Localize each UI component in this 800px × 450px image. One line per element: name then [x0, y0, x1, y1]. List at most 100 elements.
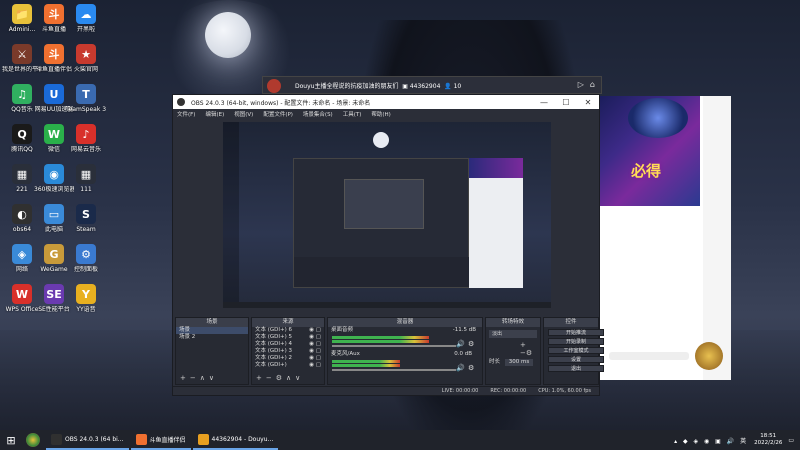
- scene-item[interactable]: 场景: [176, 327, 248, 334]
- desktop-icon[interactable]: ☁ 开黑啦: [66, 4, 106, 33]
- source-toolbar[interactable]: +−⚙∧∨: [256, 374, 304, 382]
- douyu-title: Douyu主播全程说的抗疫加油的朋友们: [295, 83, 399, 90]
- menu-item[interactable]: 文件(F): [177, 110, 195, 118]
- app-icon: ◈: [12, 244, 32, 264]
- app-icon: SE: [44, 284, 64, 304]
- desktop-icon[interactable]: Y YY语音: [66, 284, 106, 313]
- studio-mode-button[interactable]: 工作室模式: [548, 347, 604, 354]
- planet-graphic: [628, 98, 688, 138]
- preview-screen: [223, 122, 551, 308]
- transition-select[interactable]: 淡出: [489, 330, 537, 338]
- source-item[interactable]: 文本 (GDI+) 6 ◉ ▢: [252, 327, 324, 334]
- badge-icon[interactable]: [695, 342, 723, 370]
- tray-icons[interactable]: ▴ ◆ ◈ ◉ ▣ 🔊 英: [674, 436, 748, 445]
- source-item[interactable]: 文本 (GDI+) 5 ◉ ▢: [252, 334, 324, 341]
- home-icon[interactable]: ⌂: [590, 80, 595, 89]
- gear-icon[interactable]: ⚙: [468, 364, 474, 372]
- visibility-icon[interactable]: ◉ ▢: [309, 362, 321, 369]
- desktop-icon[interactable]: T TeamSpeak 3: [66, 84, 106, 113]
- visibility-icon[interactable]: ◉ ▢: [309, 327, 321, 334]
- clock[interactable]: 18:51 2022/2/26: [754, 433, 782, 447]
- obs-window[interactable]: OBS 24.0.3 (64-bit, windows) - 配置文件: 未命名…: [172, 94, 604, 396]
- volume-slider[interactable]: [332, 345, 456, 347]
- banner-text: 必得: [631, 162, 662, 180]
- visibility-icon[interactable]: ◉ ▢: [309, 341, 321, 348]
- start-recording-button[interactable]: 开始录制: [548, 338, 604, 345]
- maximize-button[interactable]: ☐: [555, 95, 577, 109]
- app-icon: G: [44, 244, 64, 264]
- source-item[interactable]: 文本 (GDI+) 2 ◉ ▢: [252, 355, 324, 362]
- transitions-title: 转场特效: [486, 318, 540, 327]
- desktop-icon[interactable]: ★ 火柴官网: [66, 44, 106, 73]
- nested-desktop-icons: [223, 122, 239, 308]
- close-button[interactable]: ✕: [577, 95, 599, 109]
- exit-button[interactable]: 退出: [548, 365, 604, 372]
- audio-meter: [332, 360, 400, 363]
- obs-preview[interactable]: [223, 122, 551, 308]
- menu-item[interactable]: 配置文件(P): [263, 110, 293, 118]
- event-banner[interactable]: [598, 96, 700, 206]
- notification-icon[interactable]: ▭: [788, 437, 794, 444]
- chat-input[interactable]: [609, 352, 689, 360]
- obs-menubar: 文件(F) 编辑(E) 视图(V) 配置文件(P) 场景集合(S) 工具(T) 帮助(H): [173, 109, 599, 119]
- visibility-icon[interactable]: ◉ ▢: [309, 334, 321, 341]
- taskbar-app-label: 斗鱼直播伴侣: [149, 436, 186, 444]
- system-tray: ▴ ◆ ◈ ◉ ▣ 🔊 英 18:51 2022/2/26 ▭: [674, 430, 794, 450]
- speaker-icon[interactable]: 🔊: [456, 340, 465, 348]
- desktop-icon[interactable]: ♪ 网易云音乐: [66, 124, 106, 153]
- desktop-icon-label: 火柴官网: [73, 66, 98, 73]
- app-icon: ☁: [76, 4, 96, 24]
- source-label: 文本 (GDI+): [255, 362, 287, 368]
- source-item[interactable]: 文本 (GDI+) 3 ◉ ▢: [252, 348, 324, 355]
- menu-item[interactable]: 工具(T): [343, 110, 362, 118]
- scenes-dock: 场景 场景 场景 2 +−∧∨: [175, 317, 249, 385]
- desktop-icon[interactable]: ▦ 111: [66, 164, 106, 193]
- taskbar-app[interactable]: OBS 24.0.3 (64 bi...: [46, 430, 129, 450]
- transition-toolbar[interactable]: + −⚙: [520, 341, 537, 357]
- live-status: LIVE: 00:00:00: [441, 388, 479, 394]
- speaker-icon[interactable]: 🔊: [456, 364, 465, 372]
- start-streaming-button[interactable]: 开始推流: [548, 329, 604, 336]
- app-icon: ▦: [76, 164, 96, 184]
- mixer-track: 桌面音频 -11.5 dB: [328, 327, 482, 334]
- transitions-dock: 转场特效 淡出 + −⚙ 时长 300 ms: [485, 317, 541, 385]
- duration-input[interactable]: 300 ms: [504, 359, 534, 366]
- mixer-dock: 混音器 桌面音频 -11.5 dB 🔊 ⚙ 麦克风/Aux 0.0 dB 🔊 ⚙: [327, 317, 483, 385]
- taskbar-app[interactable]: 44362904 - Douyu...: [192, 430, 279, 450]
- menu-item[interactable]: 视图(V): [234, 110, 253, 118]
- play-icon[interactable]: ▷: [578, 80, 584, 89]
- scene-toolbar[interactable]: +−∧∨: [180, 374, 218, 382]
- obs-titlebar[interactable]: OBS 24.0.3 (64-bit, windows) - 配置文件: 未命名…: [173, 95, 599, 109]
- taskbar-items: OBS 24.0.3 (64 bi... 斗鱼直播伴侣 44362904 - Dou…: [44, 430, 279, 450]
- app-icon: ★: [76, 44, 96, 64]
- source-item[interactable]: 文本 (GDI+) ◉ ▢: [252, 362, 324, 369]
- visibility-icon[interactable]: ◉ ▢: [309, 348, 321, 355]
- menu-item[interactable]: 场景集合(S): [303, 110, 333, 118]
- douyu-window[interactable]: Douyu主播全程说的抗疫加油的朋友们 ▣ 44362904 👤 10 ▷ ⌂: [262, 76, 602, 94]
- obs-statusbar: LIVE: 00:00:00 REC: 00:00:00 CPU: 1.0%, …: [173, 386, 599, 395]
- obs-title: OBS 24.0.3 (64-bit, windows) - 配置文件: 未命名…: [191, 99, 371, 107]
- source-item[interactable]: 文本 (GDI+) 4 ◉ ▢: [252, 341, 324, 348]
- app-icon: W: [12, 284, 32, 304]
- menu-item[interactable]: 帮助(H): [371, 110, 390, 118]
- source-label: 文本 (GDI+) 5: [255, 334, 293, 340]
- controls-dock: 控件 开始推流 开始录制 工作室模式 设置 退出: [543, 317, 604, 385]
- scene-item[interactable]: 场景 2: [176, 334, 248, 341]
- visibility-icon[interactable]: ◉ ▢: [309, 355, 321, 362]
- gear-icon[interactable]: ⚙: [468, 340, 474, 348]
- desktop-icon[interactable]: S Steam: [66, 204, 106, 233]
- app-icon: ♫: [12, 84, 32, 104]
- mixer-title: 混音器: [328, 318, 482, 327]
- chrome-icon[interactable]: [26, 433, 40, 447]
- taskbar-app[interactable]: 斗鱼直播伴侣: [130, 430, 191, 450]
- desktop-icon[interactable]: ⚙ 控制面板: [66, 244, 106, 273]
- menu-item[interactable]: 编辑(E): [205, 110, 224, 118]
- volume-slider[interactable]: [332, 369, 456, 371]
- minimize-button[interactable]: —: [533, 95, 555, 109]
- duration-label: 时长: [489, 359, 501, 365]
- windows-start-icon[interactable]: ⊞: [0, 430, 22, 450]
- settings-button[interactable]: 设置: [548, 356, 604, 363]
- wallpaper-moon: [205, 12, 251, 58]
- taskbar-app-label: OBS 24.0.3 (64 bi...: [65, 435, 124, 443]
- desktop-icon-label: 控制面板: [73, 266, 98, 273]
